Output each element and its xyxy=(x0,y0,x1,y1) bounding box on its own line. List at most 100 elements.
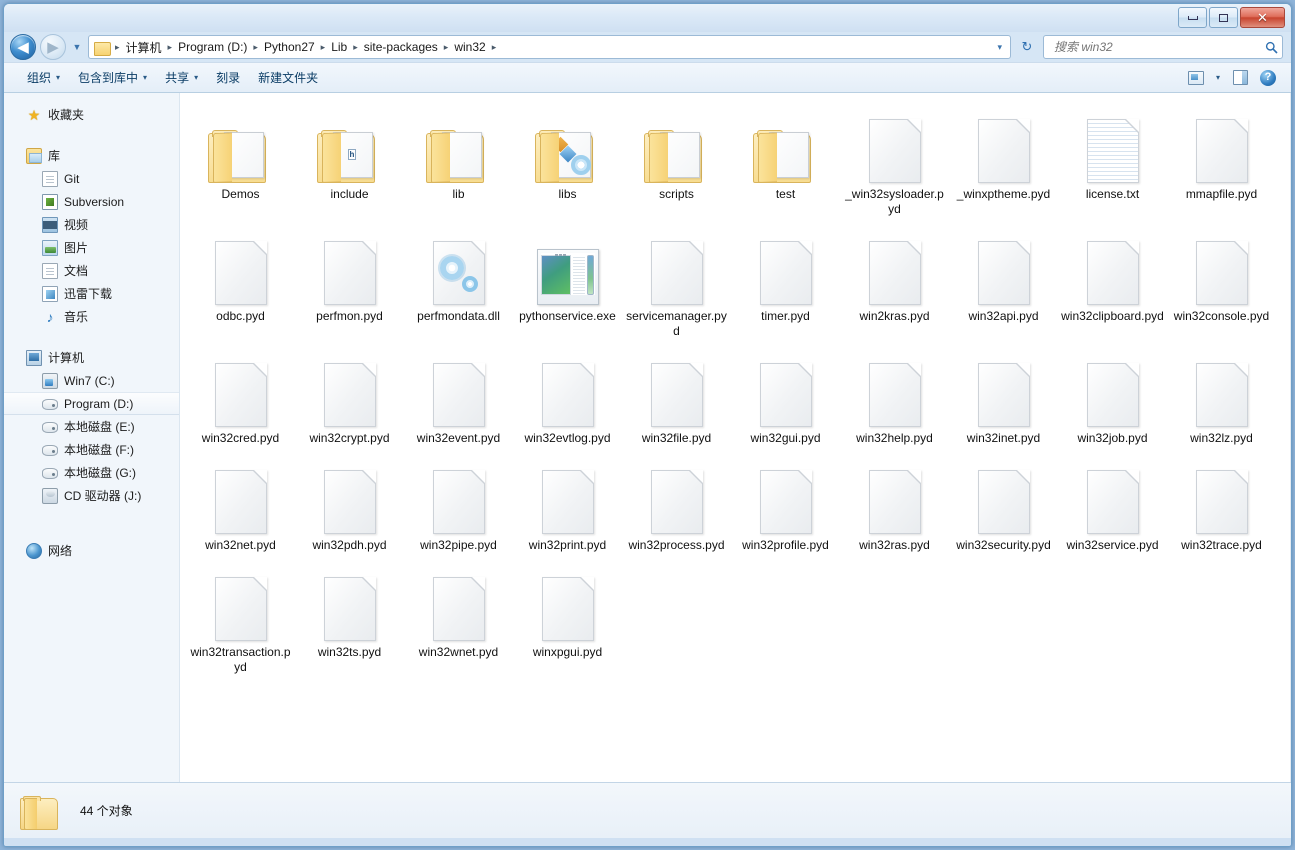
sidebar-item-thunder-download[interactable]: 迅雷下载 xyxy=(4,282,179,305)
file-item[interactable]: win2kras.pyd xyxy=(840,221,949,343)
sidebar-item-subversion[interactable]: Subversion xyxy=(4,190,179,213)
file-item[interactable]: mmapfile.pyd xyxy=(1167,99,1276,221)
file-item[interactable]: win32net.pyd xyxy=(186,450,295,557)
file-item[interactable]: servicemanager.pyd xyxy=(622,221,731,343)
file-item[interactable]: winxpgui.pyd xyxy=(513,557,622,679)
sidebar-item-pictures[interactable]: 图片 xyxy=(4,236,179,259)
search-input[interactable] xyxy=(1054,40,1264,54)
maximize-button[interactable] xyxy=(1209,7,1238,28)
toolbar-share-button[interactable]: 共享 ▾ xyxy=(156,65,207,90)
preview-pane-button[interactable] xyxy=(1227,67,1253,89)
view-mode-dropdown-button[interactable]: ▾ xyxy=(1211,67,1225,89)
sidebar-item-drive-g[interactable]: 本地磁盘 (G:) xyxy=(4,461,179,484)
file-item[interactable]: perfmon.pyd xyxy=(295,221,404,343)
back-button[interactable]: ◀ xyxy=(10,34,36,60)
blank-file-icon xyxy=(868,363,921,427)
toolbar-new-folder-button[interactable]: 新建文件夹 xyxy=(249,65,327,90)
breadcrumb-item-lib[interactable]: Lib xyxy=(327,38,351,56)
file-item[interactable]: Demos xyxy=(186,99,295,221)
sidebar-item-libraries[interactable]: 库 xyxy=(4,144,179,167)
file-item[interactable]: win32gui.pyd xyxy=(731,343,840,450)
file-item[interactable]: perfmondata.dll xyxy=(404,221,513,343)
breadcrumb-item-win32[interactable]: win32 xyxy=(450,38,489,56)
file-item[interactable]: win32wnet.pyd xyxy=(404,557,513,679)
file-item[interactable]: win32job.pyd xyxy=(1058,343,1167,450)
file-item[interactable]: _winxptheme.pyd xyxy=(949,99,1058,221)
chevron-down-icon: ▾ xyxy=(56,73,61,82)
file-item[interactable]: win32api.pyd xyxy=(949,221,1058,343)
file-item[interactable]: test xyxy=(731,99,840,221)
file-item[interactable]: odbc.pyd xyxy=(186,221,295,343)
navigation-pane: ★ 收藏夹 库 Git Subversion 视频 图片 文档 迅雷下载 ♪ 音… xyxy=(4,93,180,782)
address-dropdown-icon[interactable]: ▾ xyxy=(993,42,1006,53)
file-item[interactable]: win32file.pyd xyxy=(622,343,731,450)
sidebar-item-drive-e[interactable]: 本地磁盘 (E:) xyxy=(4,415,179,438)
toolbar-organize-button[interactable]: 组织 ▾ xyxy=(18,65,69,90)
sidebar-item-drive-d[interactable]: Program (D:) xyxy=(4,392,179,415)
file-item[interactable]: win32lz.pyd xyxy=(1167,343,1276,450)
file-item[interactable]: win32transaction.pyd xyxy=(186,557,295,679)
file-item[interactable]: win32pipe.pyd xyxy=(404,450,513,557)
command-toolbar: 组织 ▾ 包含到库中 ▾ 共享 ▾ 刻录 新建文件夹 ▾ ? xyxy=(4,62,1291,92)
file-item[interactable]: win32service.pyd xyxy=(1058,450,1167,557)
file-item[interactable]: _win32sysloader.pyd xyxy=(840,99,949,221)
file-item[interactable]: lib xyxy=(404,99,513,221)
sidebar-item-drive-c[interactable]: Win7 (C:) xyxy=(4,369,179,392)
sidebar-item-label: Win7 (C:) xyxy=(64,373,115,388)
toolbar-include-in-library-button[interactable]: 包含到库中 ▾ xyxy=(69,65,156,90)
close-button[interactable]: ✕ xyxy=(1240,7,1285,28)
minimize-button[interactable] xyxy=(1178,7,1207,28)
sidebar-item-network[interactable]: 网络 xyxy=(4,539,179,562)
breadcrumb-item-site-packages[interactable]: site-packages xyxy=(360,38,442,56)
file-item[interactable]: win32evtlog.pyd xyxy=(513,343,622,450)
file-item[interactable]: win32crypt.pyd xyxy=(295,343,404,450)
help-button[interactable]: ? xyxy=(1255,67,1281,89)
sidebar-item-computer[interactable]: 计算机 xyxy=(4,346,179,369)
sidebar-item-git[interactable]: Git xyxy=(4,167,179,190)
address-bar: ◀ ▶ ▼ ▸ 计算机 ▸ Program (D:) ▸ Python27 ▸ … xyxy=(4,32,1291,62)
file-item[interactable]: win32console.pyd xyxy=(1167,221,1276,343)
view-mode-button[interactable] xyxy=(1183,67,1209,89)
breadcrumb-item-python27[interactable]: Python27 xyxy=(260,38,319,56)
blank-file-icon xyxy=(650,363,703,427)
file-item[interactable]: win32inet.pyd xyxy=(949,343,1058,450)
sidebar-item-favorites[interactable]: ★ 收藏夹 xyxy=(4,103,179,126)
forward-button[interactable]: ▶ xyxy=(40,34,66,60)
file-item[interactable]: win32trace.pyd xyxy=(1167,450,1276,557)
file-item[interactable]: timer.pyd xyxy=(731,221,840,343)
sidebar-item-drive-f[interactable]: 本地磁盘 (F:) xyxy=(4,438,179,461)
file-item[interactable]: win32event.pyd xyxy=(404,343,513,450)
breadcrumb-item-program-d[interactable]: Program (D:) xyxy=(174,38,251,56)
file-item[interactable]: win32ras.pyd xyxy=(840,450,949,557)
file-item[interactable]: win32profile.pyd xyxy=(731,450,840,557)
breadcrumb[interactable]: ▸ 计算机 ▸ Program (D:) ▸ Python27 ▸ Lib ▸ … xyxy=(88,35,1011,59)
file-item[interactable]: win32cred.pyd xyxy=(186,343,295,450)
file-item[interactable]: win32security.pyd xyxy=(949,450,1058,557)
sidebar-item-cd-drive-j[interactable]: CD 驱动器 (J:) xyxy=(4,484,179,507)
file-list-pane[interactable]: Demos h include lib libs scripts test _win32sys… xyxy=(180,93,1291,782)
sidebar-item-music[interactable]: ♪ 音乐 xyxy=(4,305,179,328)
breadcrumb-item-computer[interactable]: 计算机 xyxy=(122,37,166,58)
file-item[interactable]: libs xyxy=(513,99,622,221)
folder-icon xyxy=(20,792,64,830)
file-label: win32ts.pyd xyxy=(317,645,382,659)
file-item[interactable]: pythonservice.exe xyxy=(513,221,622,343)
file-item[interactable]: win32ts.pyd xyxy=(295,557,404,679)
file-item[interactable]: win32clipboard.pyd xyxy=(1058,221,1167,343)
refresh-button[interactable]: ↻ xyxy=(1015,35,1039,59)
toolbar-burn-button[interactable]: 刻录 xyxy=(207,65,249,90)
video-icon xyxy=(42,216,58,233)
recent-pages-button[interactable]: ▼ xyxy=(70,34,84,60)
file-item[interactable]: win32help.pyd xyxy=(840,343,949,450)
sidebar-item-documents[interactable]: 文档 xyxy=(4,259,179,282)
file-item[interactable]: win32process.pyd xyxy=(622,450,731,557)
file-item[interactable]: scripts xyxy=(622,99,731,221)
file-item[interactable]: license.txt xyxy=(1058,99,1167,221)
file-item[interactable]: win32print.pyd xyxy=(513,450,622,557)
file-item[interactable]: win32pdh.pyd xyxy=(295,450,404,557)
sidebar-item-videos[interactable]: 视频 xyxy=(4,213,179,236)
search-box[interactable] xyxy=(1043,35,1283,59)
file-item[interactable]: h include xyxy=(295,99,404,221)
blank-file-icon xyxy=(868,119,921,183)
help-icon: ? xyxy=(1260,69,1276,86)
